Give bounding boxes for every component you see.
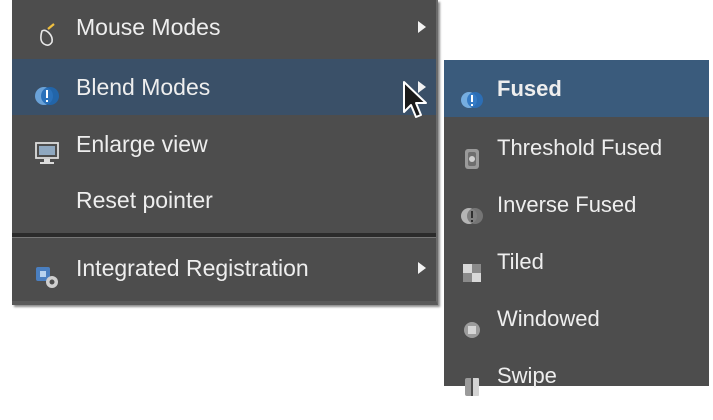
menu-item-label: Blend Modes — [76, 74, 211, 100]
submenu-item-label: Threshold Fused — [497, 135, 663, 160]
submenu-item-threshold-fused[interactable]: Threshold Fused — [444, 119, 709, 176]
submenu-item-label: Inverse Fused — [497, 192, 637, 217]
submenu-item-tiled[interactable]: Tiled — [444, 233, 709, 290]
menu-item-label: Enlarge view — [76, 131, 208, 157]
inverse-fused-icon — [460, 192, 484, 224]
submenu-item-swipe[interactable]: Swipe — [444, 347, 709, 404]
menu-item-label: Integrated Registration — [76, 255, 309, 281]
monitor-icon — [34, 130, 60, 164]
submenu-arrow-icon — [418, 21, 426, 33]
submenu-item-label: Windowed — [497, 306, 600, 331]
fused-icon — [460, 76, 484, 108]
context-menu: Mouse Modes Blend Modes Enlarge view Res… — [12, 0, 438, 305]
swipe-icon — [460, 363, 484, 396]
menu-item-label: Reset pointer — [76, 187, 213, 213]
threshold-fused-icon — [460, 135, 484, 169]
submenu-item-label: Swipe — [497, 363, 557, 388]
submenu-item-inverse-fused[interactable]: Inverse Fused — [444, 176, 709, 233]
submenu-item-label: Fused — [497, 76, 562, 101]
submenu-item-windowed[interactable]: Windowed — [444, 290, 709, 347]
submenu-item-label: Tiled — [497, 249, 544, 274]
submenu-arrow-icon — [418, 262, 426, 274]
menu-separator — [12, 233, 436, 238]
menu-item-reset-pointer[interactable]: Reset pointer — [12, 172, 436, 228]
pointer-icon — [34, 13, 60, 46]
registration-icon — [34, 254, 60, 288]
submenu-item-fused[interactable]: Fused — [444, 60, 709, 117]
blend-modes-submenu: Fused Threshold Fused Inverse Fused Tile… — [444, 60, 709, 396]
windowed-icon — [460, 306, 484, 338]
menu-item-mouse-modes[interactable]: Mouse Modes — [12, 0, 436, 55]
blend-icon — [34, 73, 60, 105]
mouse-cursor-icon — [401, 80, 431, 122]
menu-item-label: Mouse Modes — [76, 14, 221, 40]
tiled-icon — [460, 249, 484, 282]
menu-item-integrated-registration[interactable]: Integrated Registration — [12, 240, 436, 296]
menu-item-enlarge-view[interactable]: Enlarge view — [12, 116, 436, 172]
menu-item-blend-modes[interactable]: Blend Modes — [12, 59, 436, 115]
